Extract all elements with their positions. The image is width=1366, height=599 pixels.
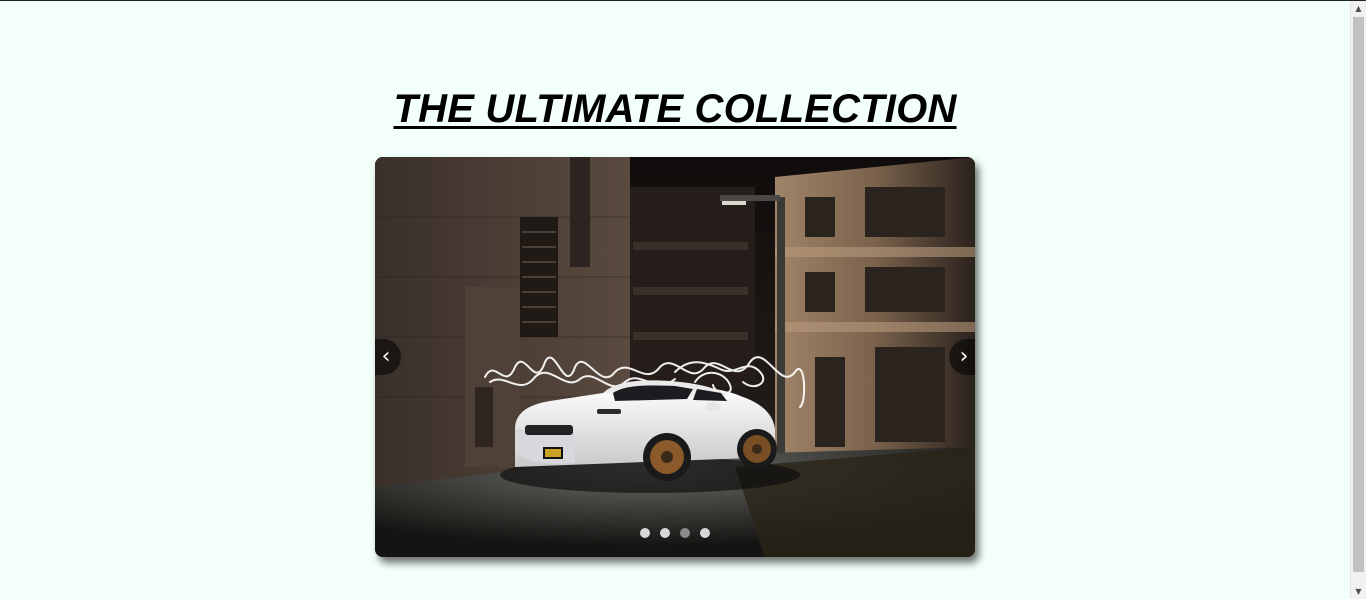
scroll-down-arrow-icon[interactable]: ▼ [1351, 584, 1366, 599]
slider-dots [375, 528, 975, 538]
slider-dot-3[interactable] [680, 528, 690, 538]
slider-dot-4[interactable] [700, 528, 710, 538]
page-title: THE ULTIMATE COLLECTION [393, 87, 957, 131]
page-scrollbar[interactable]: ▲ ▼ [1350, 1, 1366, 599]
slide-image [375, 157, 975, 557]
scroll-up-arrow-icon[interactable]: ▲ [1351, 1, 1366, 17]
scrollbar-thumb[interactable] [1353, 17, 1364, 572]
slider-dot-1[interactable] [640, 528, 650, 538]
slider-dot-2[interactable] [660, 528, 670, 538]
image-slider: ‹ › [375, 157, 975, 557]
